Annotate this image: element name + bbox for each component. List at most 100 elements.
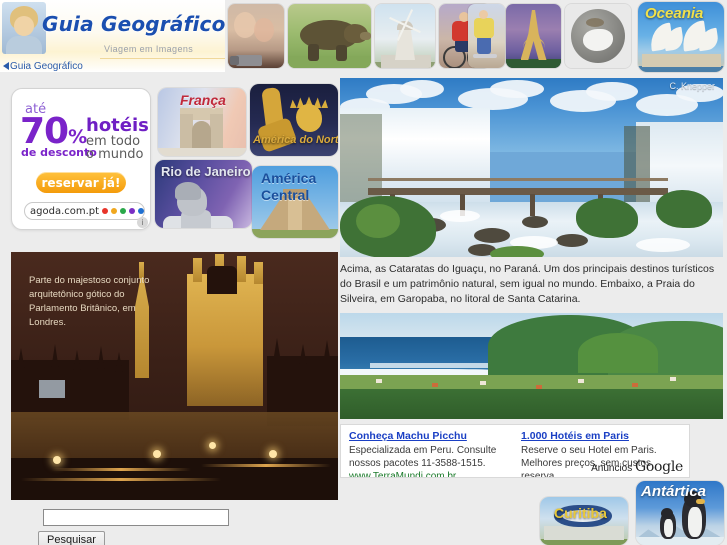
british-parliament-night-photo[interactable]: Parte do majestoso conjunto arquitetônic… bbox=[11, 252, 338, 500]
foam bbox=[636, 238, 690, 252]
lower-facade bbox=[11, 412, 338, 462]
brand-dot-blue bbox=[138, 208, 144, 214]
agoda-percent-symbol: % bbox=[68, 126, 87, 148]
thumb-brown-bear[interactable] bbox=[288, 4, 371, 68]
tile-curitiba[interactable]: Curitiba bbox=[540, 497, 628, 545]
rock bbox=[474, 228, 510, 243]
agoda-book-now-button[interactable]: reservar já! bbox=[36, 172, 126, 193]
house bbox=[376, 379, 382, 383]
light-trail bbox=[21, 478, 221, 481]
street-lamp bbox=[153, 450, 161, 458]
google-ad-body: Especializada em Peru. Consulte nossos p… bbox=[349, 445, 497, 469]
tower-roof bbox=[207, 266, 237, 294]
turret bbox=[193, 258, 202, 282]
antarctica-globe-icon bbox=[565, 4, 631, 68]
header-divider bbox=[100, 58, 225, 59]
bridge-pier bbox=[530, 194, 535, 216]
rock bbox=[522, 216, 548, 228]
turret bbox=[254, 262, 263, 284]
vegetation bbox=[656, 190, 712, 228]
thumb-eiffel-tower[interactable] bbox=[506, 4, 561, 68]
foam bbox=[440, 210, 480, 222]
tile-antartica[interactable]: Antártica bbox=[636, 481, 724, 545]
agoda-brand-bar: agoda.com.pt bbox=[24, 202, 145, 220]
tile-rio-de-janeiro[interactable]: Rio de Janeiro bbox=[155, 160, 252, 228]
agoda-brand-label: agoda.com.pt bbox=[30, 205, 100, 217]
eiffel-tower-icon bbox=[506, 4, 561, 68]
site-tagline: Viagem em Imagens bbox=[104, 44, 194, 54]
info-icon[interactable]: i bbox=[137, 217, 148, 228]
statue-of-liberty-icon bbox=[250, 84, 338, 156]
walkway-railing bbox=[368, 178, 668, 181]
vegetation bbox=[490, 246, 544, 257]
thumb-windmill[interactable] bbox=[375, 4, 435, 68]
thumb-oceania[interactable]: Oceania bbox=[638, 2, 724, 72]
sydney-opera-house-icon bbox=[638, 2, 724, 72]
hill bbox=[578, 333, 658, 373]
brand-dot-orange bbox=[111, 208, 118, 214]
brand-dot-purple bbox=[129, 208, 135, 214]
tile-america-central[interactable]: América Central bbox=[252, 166, 338, 238]
google-ad-title[interactable]: Conheça Machu Picchu bbox=[349, 430, 509, 442]
street-lamp bbox=[53, 456, 61, 464]
mayan-pyramid-icon bbox=[252, 166, 338, 238]
christ-redeemer-icon bbox=[155, 160, 252, 228]
vegetation bbox=[356, 204, 400, 238]
agoda-advertisement[interactable]: até 70% de desconto hotéis em todo o mun… bbox=[11, 88, 151, 230]
house bbox=[432, 383, 438, 387]
turret bbox=[237, 256, 246, 282]
search-button[interactable]: Pesquisar bbox=[38, 531, 105, 545]
breadcrumb[interactable]: Guia Geográfico bbox=[3, 61, 83, 72]
tile-franca[interactable]: França bbox=[158, 88, 246, 156]
house bbox=[632, 383, 638, 387]
google-ads-brand: Anúncios Google bbox=[591, 459, 683, 475]
house bbox=[480, 381, 486, 385]
thumb-antarctica-globe[interactable] bbox=[565, 4, 631, 68]
agoda-line2: o mundo bbox=[86, 147, 144, 162]
street-lamp bbox=[269, 450, 277, 458]
dark-roofline bbox=[11, 360, 129, 420]
rock bbox=[556, 234, 588, 247]
site-title: Guia Geográfico bbox=[42, 12, 226, 36]
google-ad-item[interactable]: Conheça Machu Picchu Especializada em Pe… bbox=[349, 430, 509, 477]
brand-dot-green bbox=[120, 208, 127, 214]
thumb-photographer-darkroom[interactable] bbox=[228, 4, 284, 68]
brand-dot-red bbox=[102, 208, 109, 214]
photographer-darkroom-icon bbox=[228, 4, 284, 68]
light-trail bbox=[201, 464, 331, 467]
light-trail bbox=[51, 468, 191, 471]
skater-icon bbox=[468, 4, 505, 68]
walkway-bridge bbox=[368, 188, 668, 195]
foreground-forest bbox=[340, 389, 723, 419]
breadcrumb-label[interactable]: Guia Geográfico bbox=[10, 61, 83, 72]
page-root: Guia Geográfico Viagem em Imagens Guia G… bbox=[0, 0, 727, 545]
tile-america-do-norte[interactable]: América do Norte bbox=[250, 84, 338, 156]
cloud bbox=[400, 80, 444, 98]
google-ads-block: Conheça Machu Picchu Especializada em Pe… bbox=[340, 424, 690, 478]
portrait-photo-icon bbox=[2, 2, 46, 54]
house bbox=[670, 377, 676, 381]
caption-london: Parte do majestoso conjunto arquitetônic… bbox=[29, 275, 150, 328]
google-ads-brand-name: Google bbox=[635, 459, 683, 475]
back-triangle-icon bbox=[3, 62, 9, 70]
caption-iguacu: Acima, as Cataratas do Iguaçu, no Paraná… bbox=[340, 263, 715, 305]
google-ads-brand-prefix: Anúncios bbox=[591, 463, 633, 474]
cloud bbox=[490, 80, 544, 98]
iguacu-falls-photo[interactable]: C. Knepper bbox=[340, 78, 723, 257]
oscar-niemeyer-museum-icon bbox=[540, 497, 628, 545]
photo-credit: C. Knepper bbox=[669, 81, 715, 91]
street-lamp bbox=[209, 442, 216, 449]
penguins-icon bbox=[636, 481, 724, 545]
cloud bbox=[586, 82, 638, 101]
search-input[interactable] bbox=[43, 509, 229, 526]
thumb-skater[interactable] bbox=[468, 4, 505, 68]
surf-line bbox=[370, 363, 500, 368]
windmill-icon bbox=[375, 4, 435, 68]
google-ad-url[interactable]: www.TerraMundi.com.br bbox=[349, 471, 509, 477]
brown-bear-icon bbox=[288, 4, 371, 68]
praia-do-silveira-photo[interactable] bbox=[340, 313, 723, 419]
arc-de-triomphe-icon bbox=[158, 88, 246, 156]
house bbox=[578, 379, 584, 383]
google-ad-title[interactable]: 1.000 Hotéis em Paris bbox=[521, 430, 681, 442]
vegetation bbox=[576, 198, 638, 238]
